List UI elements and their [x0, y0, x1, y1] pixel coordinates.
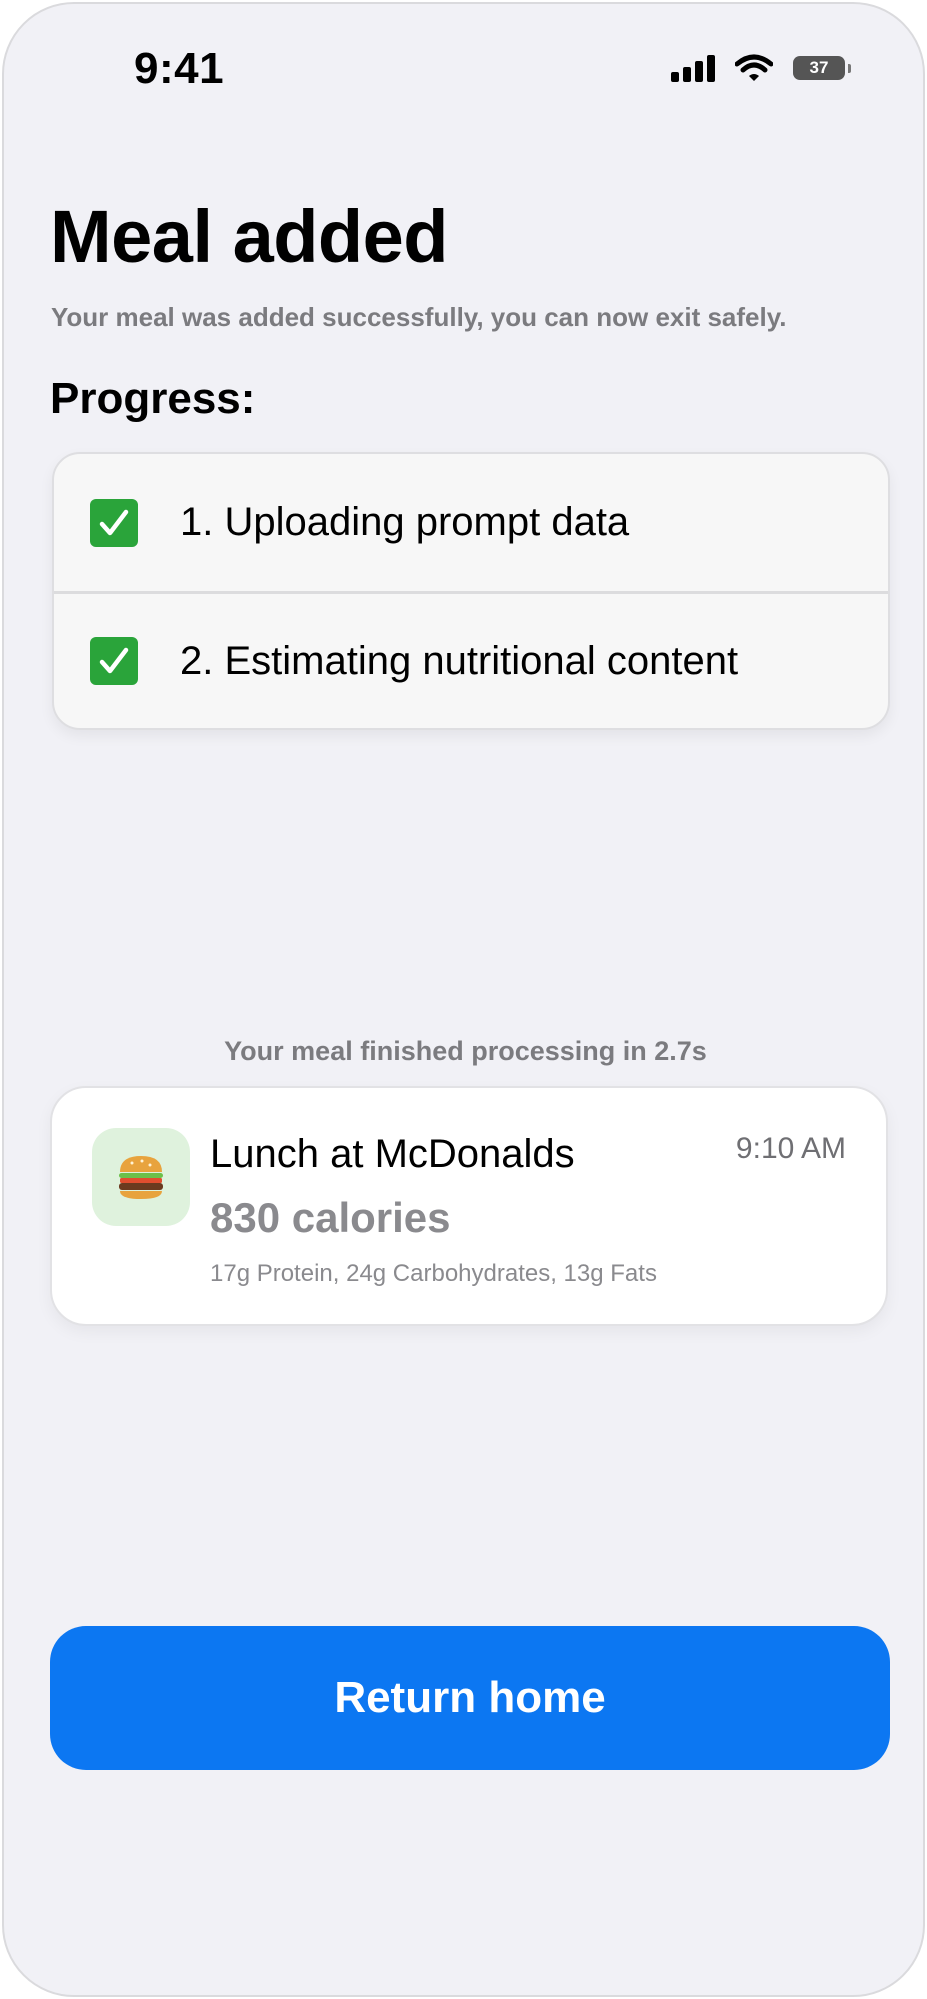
phone-screen: 9:41 37 Meal added Your meal was added s…	[2, 2, 925, 1997]
meal-icon-tile	[92, 1128, 190, 1226]
meal-card[interactable]: Lunch at McDonalds 9:10 AM 830 calories …	[50, 1086, 888, 1326]
meal-name: Lunch at McDonalds	[210, 1132, 575, 1176]
progress-step-upload: 1. Uploading prompt data	[54, 454, 888, 591]
meal-calories: 830 calories	[210, 1194, 451, 1241]
progress-heading: Progress:	[50, 374, 256, 423]
progress-list: 1. Uploading prompt data 2. Estimating n…	[52, 452, 890, 730]
check-icon	[90, 637, 138, 685]
page-subtitle: Your meal was added successfully, you ca…	[51, 302, 787, 332]
processing-note: Your meal finished processing in 2.7s	[224, 1036, 707, 1066]
progress-step-estimate: 2. Estimating nutritional content	[54, 591, 888, 728]
status-time: 9:41	[134, 44, 225, 93]
signal-icon	[671, 54, 715, 82]
battery-icon: 37	[793, 56, 851, 80]
battery-level: 37	[809, 58, 829, 77]
status-bar-icons: 37	[671, 54, 851, 82]
return-home-button[interactable]: Return home	[50, 1626, 890, 1770]
progress-step-label: 2. Estimating nutritional content	[180, 638, 739, 683]
check-icon	[90, 498, 138, 547]
meal-macros: 17g Protein, 24g Carbohydrates, 13g Fats	[210, 1260, 657, 1287]
burger-icon	[119, 1156, 163, 1199]
wifi-icon	[735, 54, 773, 82]
meal-time: 9:10 AM	[735, 1132, 846, 1165]
page-title: Meal added	[50, 195, 449, 278]
progress-step-label: 1. Uploading prompt data	[180, 500, 630, 544]
